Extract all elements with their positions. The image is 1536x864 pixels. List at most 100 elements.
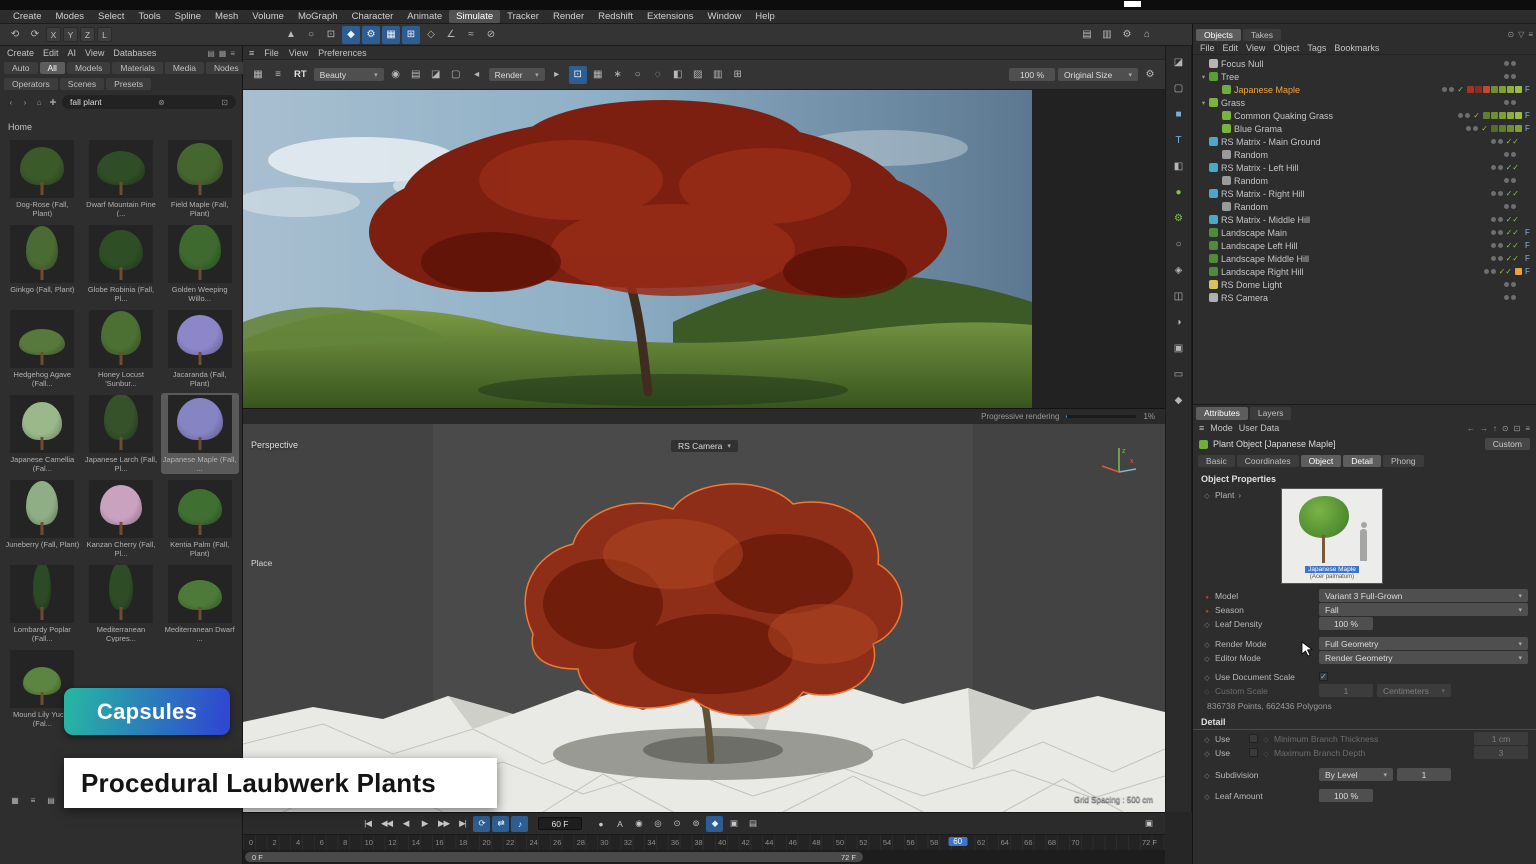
render-toolbar-icon[interactable]: ◧ — [669, 66, 687, 84]
object-name[interactable]: Blue Grama — [1234, 124, 1282, 134]
attr-header-icon[interactable]: ⊡ — [1514, 424, 1521, 433]
viewport-menu-item[interactable]: View — [289, 48, 308, 58]
menu-item[interactable]: Select — [91, 10, 131, 23]
toolbar-icon[interactable]: ⚙ — [362, 26, 380, 44]
menu-item[interactable]: Character — [345, 10, 401, 23]
object-tree-row[interactable]: Landscape Right Hill ✓✓ F — [1193, 265, 1536, 278]
object-manager-tab[interactable]: Takes — [1243, 29, 1281, 41]
browser-menu-item[interactable]: Edit — [43, 48, 59, 58]
browser-tab[interactable]: Models — [67, 62, 110, 74]
object-manager-tab[interactable]: Objects — [1196, 29, 1241, 41]
object-tree-row[interactable]: ▾ Tree — [1193, 70, 1536, 83]
visibility-toggles[interactable] — [1491, 256, 1503, 261]
object-manager-menu-item[interactable]: Edit — [1223, 43, 1239, 53]
transport-button[interactable]: ▶▶ — [435, 816, 452, 832]
use-document-scale-checkbox[interactable] — [1319, 672, 1328, 681]
tag-badge[interactable]: F — [1525, 85, 1531, 94]
browser-view-icon[interactable]: ≡ — [230, 49, 235, 58]
render-toolbar-icon[interactable]: ▦ — [249, 66, 267, 84]
object-name[interactable]: RS Dome Light — [1221, 280, 1282, 290]
side-tool-icon[interactable]: ◪ — [1170, 54, 1187, 71]
attribute-tab[interactable]: Detail — [1343, 455, 1381, 467]
side-tool-icon[interactable]: ● — [1170, 184, 1187, 201]
object-name[interactable]: RS Matrix - Main Ground — [1221, 137, 1321, 147]
browser-tab[interactable]: Nodes — [206, 62, 247, 74]
visibility-toggles[interactable] — [1442, 87, 1454, 92]
menu-item[interactable]: Spline — [168, 10, 208, 23]
toolbar-icon[interactable]: ▦ — [382, 26, 400, 44]
side-tool-icon[interactable]: ▭ — [1170, 366, 1187, 383]
custom-scale-field[interactable]: 1 — [1319, 684, 1373, 697]
expand-icon[interactable]: ▾ — [1199, 99, 1208, 107]
asset-item[interactable]: Dwarf Mountain Pine (... — [82, 138, 160, 219]
filter-lock-icon[interactable]: ⊡ — [221, 98, 228, 107]
render-toolbar-icon[interactable]: ⊡ — [569, 66, 587, 84]
asset-item[interactable]: Kentia Palm (Fall, Plant) — [161, 478, 239, 559]
menu-item[interactable]: MoGraph — [291, 10, 345, 23]
viewport-menu-item[interactable]: File — [264, 48, 279, 58]
custom-scale-unit-dropdown[interactable]: Centimeters — [1377, 684, 1451, 697]
browser-view-icon[interactable]: ▦ — [219, 49, 227, 58]
attribute-tab[interactable]: Basic — [1198, 455, 1235, 467]
transport-button[interactable]: ▶ — [416, 816, 433, 832]
plant-expand-icon[interactable]: › — [1238, 491, 1241, 500]
toolbar-icon[interactable]: ⊡ — [322, 26, 340, 44]
model-dropdown[interactable]: Variant 3 Full-Grown — [1319, 589, 1528, 602]
browser-tab[interactable]: Materials — [112, 62, 162, 74]
object-name[interactable]: Landscape Right Hill — [1221, 267, 1304, 277]
asset-item[interactable]: Golden Weeping Willo... — [161, 223, 239, 304]
object-name[interactable]: Random — [1234, 202, 1268, 212]
browser-menu-item[interactable]: Create — [7, 48, 34, 58]
browser-subtab[interactable]: Scenes — [60, 78, 104, 90]
browser-tab[interactable]: Media — [165, 62, 204, 74]
object-name[interactable]: Random — [1234, 150, 1268, 160]
browser-tab[interactable]: All — [40, 62, 65, 74]
custom-button[interactable]: Custom — [1485, 438, 1530, 450]
toolbar-icon[interactable]: ≈ — [462, 26, 480, 44]
menu-item[interactable]: Simulate — [449, 10, 500, 23]
object-tree-row[interactable]: ▾ Grass — [1193, 96, 1536, 109]
subdivision-field[interactable]: 1 — [1397, 768, 1451, 781]
timeline-ruler[interactable]: 72 F 02468101214161820222426283032343638… — [243, 834, 1165, 850]
object-manager-menu-item[interactable]: Object — [1273, 43, 1299, 53]
side-tool-icon[interactable]: ○ — [1170, 236, 1187, 253]
transport-button[interactable]: ▶| — [454, 816, 471, 832]
mode-label[interactable]: Mode — [1210, 423, 1233, 433]
viewport-name-label[interactable]: Perspective — [251, 440, 298, 450]
browser-menu-item[interactable]: Databases — [113, 48, 156, 58]
asset-item[interactable]: Lombardy Poplar (Fall... — [3, 563, 81, 644]
menu-item[interactable]: Redshift — [591, 10, 640, 23]
render-toolbar-icon[interactable]: ◌ — [649, 66, 667, 84]
menu-item[interactable]: Animate — [400, 10, 449, 23]
visibility-toggles[interactable] — [1504, 74, 1516, 79]
transport-button[interactable]: ◀ — [397, 816, 414, 832]
render-mode-dropdown[interactable]: Full Geometry — [1319, 637, 1528, 650]
object-manager-header-icon[interactable]: ⊙ — [1507, 30, 1514, 39]
toolbar-icon[interactable]: ∠ — [442, 26, 460, 44]
object-manager-menu-item[interactable]: View — [1246, 43, 1265, 53]
render-toolbar-icon[interactable]: ≡ — [269, 66, 287, 84]
enabled-checks[interactable]: ✓ — [1457, 85, 1464, 94]
object-name[interactable]: Random — [1234, 176, 1268, 186]
record-button[interactable]: ◎ — [649, 816, 666, 832]
toolbar-icon[interactable]: ⊞ — [402, 26, 420, 44]
object-manager-menu-item[interactable]: Tags — [1307, 43, 1326, 53]
attr-header-icon[interactable]: → — [1480, 424, 1488, 433]
visibility-toggles[interactable] — [1491, 191, 1503, 196]
record-button[interactable]: A — [611, 816, 628, 832]
size-dropdown[interactable]: Original Size — [1058, 68, 1138, 81]
enabled-checks[interactable]: ✓✓ — [1506, 215, 1519, 224]
enabled-checks[interactable]: ✓✓ — [1506, 163, 1519, 172]
record-button[interactable]: ⊚ — [687, 816, 704, 832]
viewport-panel-icon[interactable]: ≡ — [249, 48, 254, 58]
render-toolbar-icon[interactable]: ▨ — [689, 66, 707, 84]
zoom-field[interactable]: 100 % — [1009, 68, 1055, 81]
toolbar-icon[interactable]: ◇ — [422, 26, 440, 44]
toolbar-icon[interactable]: ⊘ — [482, 26, 500, 44]
attribute-tab[interactable]: Coordinates — [1237, 455, 1299, 467]
attribute-tab[interactable]: Phong — [1383, 455, 1424, 467]
visibility-toggles[interactable] — [1484, 269, 1496, 274]
render-history-dropdown[interactable]: Render — [489, 68, 545, 81]
axis-lock-button[interactable]: Z — [80, 27, 95, 42]
menu-item[interactable]: Mesh — [208, 10, 245, 23]
